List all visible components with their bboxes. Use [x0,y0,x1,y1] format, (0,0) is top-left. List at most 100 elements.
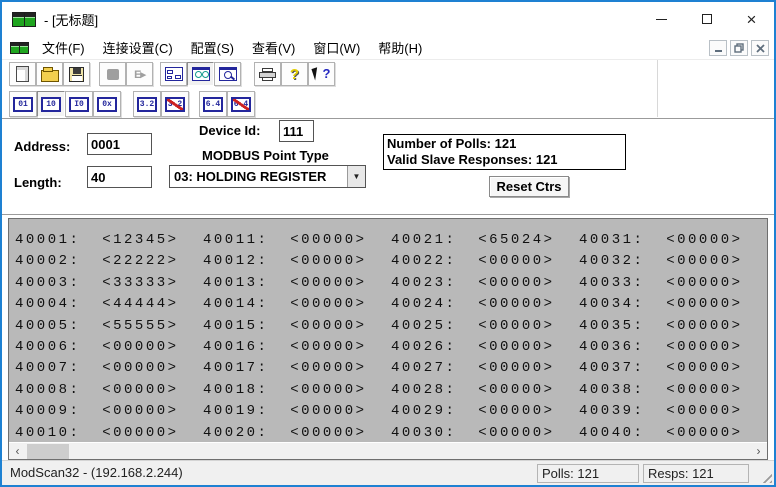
register-entry: 40038: <00000> [579,380,767,401]
minimize-icon [656,19,667,20]
printer-icon [259,68,276,81]
menu-connection[interactable]: 连接设置(C) [94,35,182,60]
register-entry: 40014: <00000> [203,294,391,315]
mdi-restore-button[interactable] [730,40,748,56]
format-binary-button[interactable]: 01 [9,91,37,117]
register-entry: 40031: <00000> [579,230,767,251]
register-entry: 40003: <33333> [15,273,203,294]
chevron-down-icon[interactable]: ▼ [347,166,365,187]
main-toolbar: E▸ ? ? [2,60,774,90]
mdi-child-icon [10,42,29,54]
register-entry: 40025: <00000> [391,316,579,337]
register-data-window: 40001: <12345>40002: <22222>40003: <3333… [8,218,768,460]
status-resps-panel: Resps: 121 [643,464,749,483]
format-float32-swapped-button[interactable]: 3.2 [161,91,189,117]
register-entry: 40011: <00000> [203,230,391,251]
save-file-button[interactable] [63,62,90,86]
menu-window[interactable]: 窗口(W) [304,35,369,60]
horizontal-scrollbar[interactable]: ‹ › [9,442,767,459]
integer-format-icon: I0 [69,97,89,112]
new-file-button[interactable] [9,62,36,86]
valid-slave-responses: Valid Slave Responses: 121 [387,152,622,168]
menu-setup[interactable]: 配置(S) [182,35,243,60]
register-column: 40021: <65024>40022: <00000>40023: <0000… [391,230,579,442]
gray-exit-icon: E▸ [134,68,145,81]
length-input[interactable] [87,166,152,188]
scroll-right-icon[interactable]: › [750,443,767,459]
address-input[interactable] [87,133,152,155]
status-connection-text: ModScan32 - (192.168.2.244) [10,465,183,480]
form-bottom-separator [2,214,774,216]
message-view-button[interactable] [214,62,241,86]
mdi-minimize-button[interactable] [709,40,727,56]
length-label: Length: [14,175,62,190]
format-integer-button[interactable]: I0 [65,91,93,117]
resize-grip[interactable] [759,470,772,483]
scan-settings-panel: Address: Length: Device Id: MODBUS Point… [2,120,774,214]
register-entry: 40013: <00000> [203,273,391,294]
magnifier-window-icon [219,67,237,81]
address-definition-view-button[interactable] [160,62,187,86]
register-entry: 40024: <00000> [391,294,579,315]
print-button[interactable] [254,62,281,86]
register-entry: 40018: <00000> [203,380,391,401]
register-entry: 40012: <00000> [203,251,391,272]
mdi-close-icon [756,44,765,53]
app-icon [12,12,36,27]
register-entry: 40030: <00000> [391,423,579,442]
format-hex-button[interactable]: 0x [93,91,121,117]
register-entry: 40016: <00000> [203,337,391,358]
about-help-button[interactable]: ? [281,62,308,86]
window-title: - [无标题] [44,10,98,29]
poll-counters-box: Number of Polls: 121 Valid Slave Respons… [383,134,626,170]
register-entry: 40005: <55555> [15,316,203,337]
modbus-point-type-label: MODBUS Point Type [202,148,329,163]
close-icon: × [747,11,757,28]
point-type-dropdown[interactable]: 03: HOLDING REGISTER ▼ [169,165,366,188]
glasses-window-icon [192,67,210,81]
register-entry: 40002: <22222> [15,251,203,272]
double64-swapped-format-icon: 6.4 [231,97,251,112]
menu-view[interactable]: 查看(V) [243,35,304,60]
mdi-close-button[interactable] [751,40,769,56]
context-help-button[interactable]: ? [308,62,335,86]
device-id-input[interactable] [279,120,314,142]
scrollbar-thumb[interactable] [27,444,69,459]
connect-button[interactable] [99,62,126,86]
register-entry: 40027: <00000> [391,358,579,379]
register-entry: 40006: <00000> [15,337,203,358]
register-entry: 40021: <65024> [391,230,579,251]
register-entry: 40033: <00000> [579,273,767,294]
data-view-button[interactable] [187,62,214,86]
register-entry: 40034: <00000> [579,294,767,315]
register-entry: 40017: <00000> [203,358,391,379]
format-toolbar: 01 10 I0 0x 3.2 3.2 6.4 6.4 [2,90,774,118]
register-entry: 40022: <00000> [391,251,579,272]
format-double64-button[interactable]: 6.4 [199,91,227,117]
format-float32-button[interactable]: 3.2 [133,91,161,117]
menu-file[interactable]: 文件(F) [33,35,94,60]
minimize-button[interactable] [639,2,684,36]
register-grid: 40001: <12345>40002: <22222>40003: <3333… [9,219,767,442]
scroll-left-icon[interactable]: ‹ [9,443,26,459]
float32-format-icon: 3.2 [137,97,157,112]
gray-plug-icon [107,69,119,80]
close-button[interactable]: × [729,2,774,36]
register-entry: 40039: <00000> [579,401,767,422]
disconnect-button[interactable]: E▸ [126,62,153,86]
status-bar: ModScan32 - (192.168.2.244) Polls: 121 R… [2,460,774,485]
decimal-format-icon: 10 [41,97,61,112]
save-floppy-icon [69,67,84,82]
open-file-button[interactable] [36,62,63,86]
format-decimal-button[interactable]: 10 [37,91,65,117]
tree-window-icon [165,67,183,81]
point-type-value: 03: HOLDING REGISTER [170,169,347,184]
toolbar-separator [657,60,658,117]
reset-ctrs-button[interactable]: Reset Ctrs [489,176,569,197]
format-double64-swapped-button[interactable]: 6.4 [227,91,255,117]
float32-swapped-format-icon: 3.2 [165,97,185,112]
number-of-polls: Number of Polls: 121 [387,136,622,152]
maximize-button[interactable] [684,2,729,36]
status-polls-panel: Polls: 121 [537,464,639,483]
menu-help[interactable]: 帮助(H) [369,35,431,60]
